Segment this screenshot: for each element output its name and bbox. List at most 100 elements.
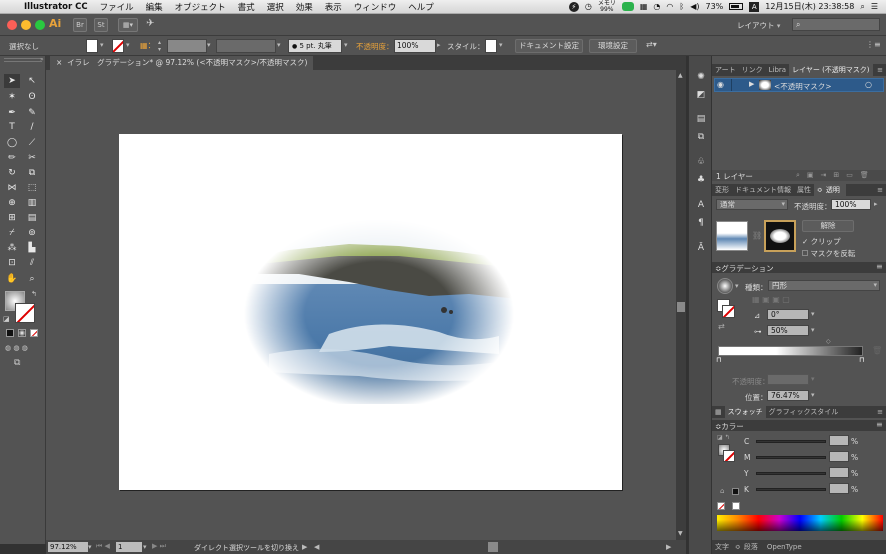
artwork-thumbnail[interactable] [716, 221, 748, 251]
artboard-number-field[interactable]: 1 [116, 542, 142, 552]
eyedropper-tool-icon[interactable]: ⌿ [4, 226, 20, 240]
none-mode-button[interactable] [30, 329, 38, 337]
gradient-type-select[interactable]: 円形 ▾ [768, 280, 880, 291]
layers-footer-actions[interactable]: ⌕ ▣ ⇥ ⊞ ▭ 🗑 [796, 170, 869, 180]
align-icon[interactable]: ▤ [694, 113, 708, 125]
channel-k-field[interactable] [829, 483, 849, 494]
gradient-aspect-field[interactable]: 50% [767, 325, 809, 336]
channel-m-slider[interactable] [756, 456, 826, 459]
color-menu-icon[interactable]: ≡ [876, 420, 883, 429]
clock-icon[interactable]: ◷ [585, 2, 592, 11]
invert-mask-checkbox[interactable]: マスクを反転 [802, 248, 855, 259]
close-tab-icon[interactable]: × [56, 58, 62, 67]
gradient-presets-dropdown[interactable]: ▾ [735, 282, 739, 290]
scroll-right-icon[interactable]: ▶ [666, 543, 671, 551]
type-tool-icon[interactable]: T [4, 120, 20, 134]
gradient-panel-title[interactable]: ≎グラデーション [715, 263, 774, 274]
graphic-style-swatch[interactable] [485, 39, 497, 53]
volume-icon[interactable]: ◀) [690, 2, 699, 11]
tab-libraries[interactable]: Libra [766, 66, 789, 74]
stroke-swatch[interactable] [112, 39, 124, 53]
opacity-field[interactable]: 100% [394, 39, 436, 53]
transparency-opacity-field[interactable]: 100% [831, 199, 871, 210]
memory-indicator[interactable]: メモリ 99% [598, 0, 616, 13]
visibility-eye-icon[interactable]: ◉ [717, 80, 724, 89]
stock-button[interactable]: St [94, 18, 108, 32]
tab-artboards[interactable]: アート [712, 65, 739, 75]
brush-dropdown[interactable]: ▾ [344, 41, 348, 49]
scroll-up-icon[interactable]: ▲ [678, 72, 683, 79]
arrange-documents-button[interactable]: ▦▾ [118, 18, 138, 32]
tab-paragraph[interactable]: ≎ 段落 [732, 542, 764, 552]
vertical-scrollbar[interactable]: ▲ ▼ [676, 70, 686, 540]
default-colors-icon[interactable]: ◪ [3, 315, 10, 323]
scale-tool-icon[interactable]: ⧉ [24, 166, 40, 180]
style-dropdown[interactable]: ▾ [499, 41, 503, 49]
swatches-grip-icon[interactable]: ▦ [712, 408, 725, 416]
tab-attributes[interactable]: 属性 [794, 185, 814, 195]
glyphs-icon[interactable]: Ā [694, 242, 708, 254]
drawing-modes-icon[interactable]: ◍ ◍ ◍ [5, 344, 28, 352]
profile-dropdown[interactable]: ▾ [277, 41, 281, 49]
layer-row-opacity-mask[interactable]: ◉ ▶ <不透明マスク> ○ [714, 78, 884, 92]
swap-fill-stroke-icon[interactable]: ↰ [31, 290, 37, 298]
tab-document-info[interactable]: ドキュメント情報 [732, 185, 794, 195]
mesh-tool-icon[interactable]: ⊞ [4, 211, 20, 225]
workspace-switcher[interactable]: レイアウト ▾ [737, 20, 780, 31]
channel-c-field[interactable] [829, 435, 849, 446]
stroke-weight-field[interactable] [167, 39, 207, 53]
menu-help[interactable]: ヘルプ [402, 1, 440, 13]
bridge-button[interactable]: Br [73, 18, 87, 32]
direct-selection-tool-icon[interactable]: ↖ [24, 74, 40, 88]
document-setup-button[interactable]: ドキュメント設定 [515, 39, 583, 53]
transparency-menu-icon[interactable]: ≡ [874, 186, 886, 194]
mask-thumbnail[interactable] [764, 220, 796, 252]
horizontal-scroll-thumb[interactable] [488, 542, 498, 552]
variable-width-profile[interactable] [216, 39, 276, 53]
color-spectrum[interactable] [717, 515, 883, 531]
stroke-label-icon[interactable]: ▦： [140, 40, 156, 51]
location-dropdown[interactable]: ▾ [811, 391, 815, 399]
character-styles-icon[interactable]: A [694, 199, 708, 211]
none-swatch[interactable] [717, 502, 725, 510]
app-menu[interactable]: Illustrator CC [18, 2, 94, 12]
paragraph-styles-icon[interactable]: ¶ [694, 217, 708, 229]
menu-select[interactable]: 選択 [261, 1, 290, 13]
perspective-grid-tool-icon[interactable]: ▥ [24, 196, 40, 210]
gradient-mode-button[interactable] [18, 329, 26, 337]
vertical-scroll-thumb[interactable] [677, 302, 685, 312]
bluetooth-icon[interactable]: ᛒ [679, 2, 684, 11]
scroll-left-icon[interactable]: ◀ [314, 543, 319, 551]
gradient-stop-white[interactable]: ⊓ [716, 356, 721, 364]
stroke-color-box[interactable] [15, 303, 35, 323]
timemachine-icon[interactable]: ◔ [653, 2, 660, 11]
toolbox-grip[interactable] [4, 58, 42, 62]
tab-transparency[interactable]: ≎ 透明 [814, 184, 846, 196]
menu-window[interactable]: ウィンドウ [348, 1, 403, 13]
menu-edit[interactable]: 編集 [140, 1, 169, 13]
color-swap-icons[interactable]: ◪ ↰ [717, 434, 730, 441]
hand-tool-icon[interactable]: ✋ [4, 272, 20, 286]
tab-links[interactable]: リンク [739, 65, 766, 75]
stop-opacity-field[interactable] [767, 374, 809, 385]
zoom-window-button[interactable] [35, 20, 45, 30]
screen-mode-icon[interactable]: ⧉ [14, 358, 20, 368]
opacity-label[interactable]: 不透明度： [356, 41, 394, 52]
aspect-dropdown[interactable]: ▾ [811, 326, 815, 334]
preferences-button[interactable]: 環境設定 [589, 39, 637, 53]
brush-definition[interactable]: ● 5 pt. 丸筆 [288, 39, 342, 53]
fill-dropdown-icon[interactable]: ▾ [100, 41, 104, 49]
gradient-menu-icon[interactable]: ≡ [876, 262, 883, 271]
last-artboard-icon[interactable]: ▶ ⏭ [152, 542, 166, 551]
zoom-dropdown[interactable]: ▾ [88, 543, 92, 551]
wifi-icon[interactable]: ◠ [666, 2, 673, 11]
menu-file[interactable]: ファイル [94, 1, 140, 13]
rotate-tool-icon[interactable]: ↻ [4, 166, 20, 180]
paintbrush-tool-icon[interactable]: ⟋ [24, 136, 40, 150]
target-circle-icon[interactable]: ○ [865, 80, 872, 89]
column-graph-tool-icon[interactable]: ▙ [24, 241, 40, 255]
layer-name[interactable]: <不透明マスク> [774, 81, 832, 92]
artboard-dropdown[interactable]: ▾ [143, 543, 147, 551]
color-guide-icon[interactable]: ✺ [694, 71, 708, 83]
selection-tool-icon[interactable]: ➤ [4, 74, 20, 88]
